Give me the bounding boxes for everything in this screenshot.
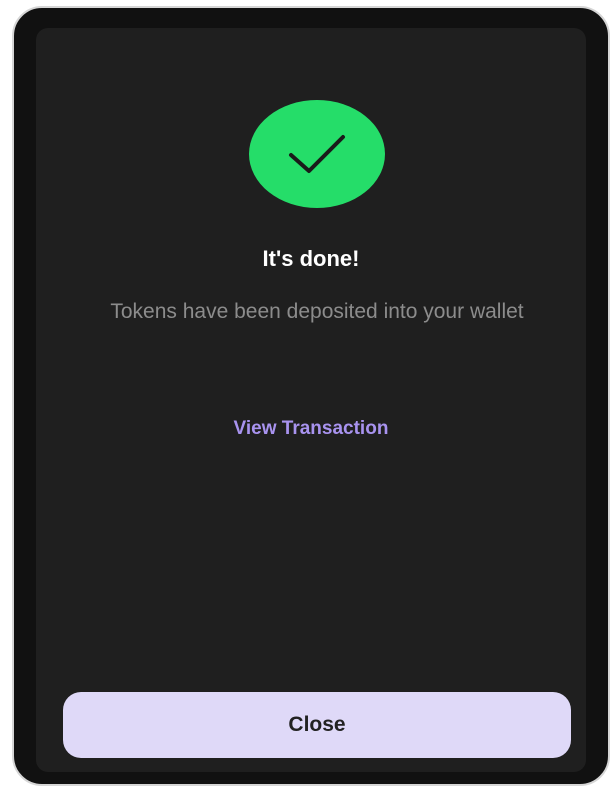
success-dialog: It's done! Tokens have been deposited in…	[36, 28, 586, 772]
device-frame: It's done! Tokens have been deposited in…	[12, 6, 610, 786]
checkmark-icon	[289, 135, 345, 173]
success-badge	[249, 100, 385, 208]
dialog-message: Tokens have been deposited into your wal…	[110, 300, 524, 323]
dialog-title: It's done!	[262, 246, 360, 271]
close-button[interactable]: Close	[63, 692, 571, 758]
view-transaction-link[interactable]: View Transaction	[36, 418, 586, 440]
